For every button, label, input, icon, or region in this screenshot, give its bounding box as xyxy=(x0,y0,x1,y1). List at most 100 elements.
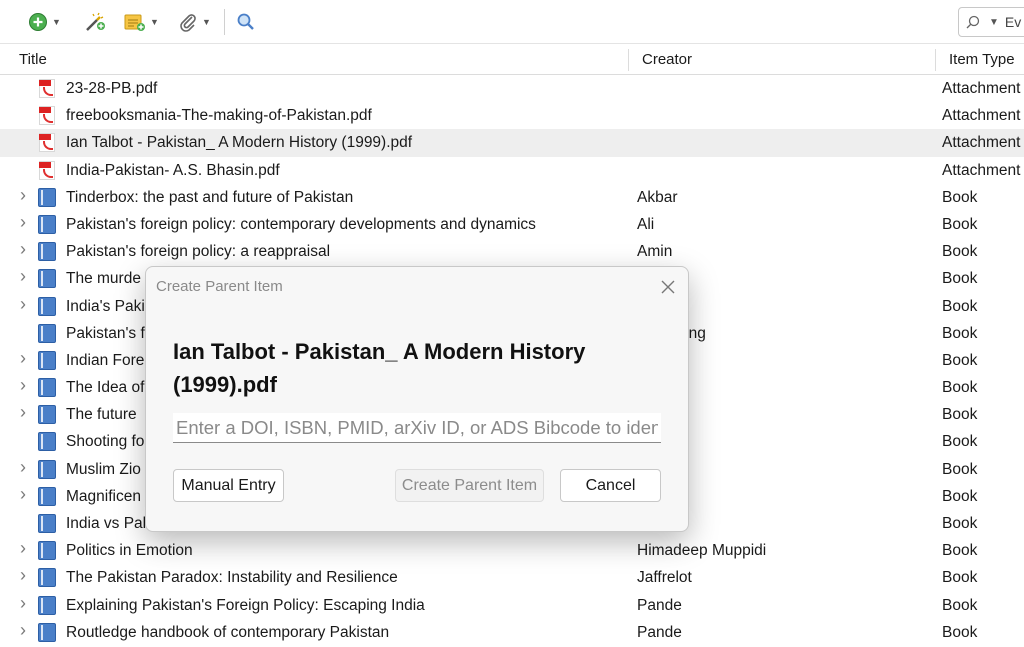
row-item-type: Book xyxy=(942,433,978,451)
row-title: The future xyxy=(66,406,137,424)
table-header: Title Creator Item Type xyxy=(0,45,1024,75)
expand-chevron-icon[interactable]: › xyxy=(20,212,26,233)
expand-chevron-icon[interactable]: › xyxy=(20,375,26,396)
row-item-type: Book xyxy=(942,351,978,369)
create-parent-item-button[interactable]: Create Parent Item xyxy=(395,469,544,502)
row-item-type: Book xyxy=(942,188,978,206)
chevron-down-icon: ▼ xyxy=(150,17,159,27)
expand-chevron-icon[interactable]: › xyxy=(20,538,26,559)
table-row[interactable]: › Pakistan's foreign policy: contemporary… xyxy=(0,211,1024,238)
table-row[interactable]: › Routledge handbook of contemporary Paki… xyxy=(0,619,1024,646)
row-item-type: Attachment xyxy=(942,161,1021,179)
row-item-type: Book xyxy=(942,623,978,641)
table-row[interactable]: 23-28-PB.pdf Attachment xyxy=(0,75,1024,102)
table-row[interactable]: freebooksmania-The-making-of-Pakistan.pd… xyxy=(0,102,1024,129)
close-button[interactable] xyxy=(656,275,680,299)
chevron-down-icon[interactable]: ▼ xyxy=(989,17,999,28)
row-title: Pakistan's foreign policy: contemporary … xyxy=(66,215,536,233)
book-icon xyxy=(38,595,56,615)
book-icon xyxy=(38,622,56,642)
search-icon xyxy=(237,13,254,30)
row-item-type: Book xyxy=(942,460,978,478)
close-icon xyxy=(661,280,675,294)
row-title: Ian Talbot - Pakistan_ A Modern History … xyxy=(66,134,413,152)
create-parent-item-dialog: Create Parent Item Ian Talbot - Pakistan… xyxy=(145,266,689,532)
row-item-type: Book xyxy=(942,515,978,532)
row-title: Routledge handbook of contemporary Pakis… xyxy=(66,623,390,641)
expand-chevron-icon[interactable]: › xyxy=(20,593,26,614)
table-row[interactable]: › Politics in Emotion Himadeep Muppidi Book xyxy=(0,537,1024,564)
table-row[interactable]: Ian Talbot - Pakistan_ A Modern History … xyxy=(0,129,1024,157)
new-note-button[interactable]: ▼ xyxy=(124,11,159,33)
column-header-creator[interactable]: Creator xyxy=(642,45,692,75)
table-row[interactable]: › The Pakistan Paradox: Instability and R… xyxy=(0,564,1024,591)
column-header-item-type[interactable]: Item Type xyxy=(949,45,1015,75)
search-mode-label: Ev xyxy=(1004,14,1022,30)
expand-chevron-icon[interactable]: › xyxy=(20,239,26,260)
dialog-heading: Ian Talbot - Pakistan_ A Modern History … xyxy=(173,339,586,397)
cancel-button[interactable]: Cancel xyxy=(560,469,661,502)
table-row[interactable]: › Explaining Pakistan's Foreign Policy: E… xyxy=(0,592,1024,619)
row-item-type: Book xyxy=(942,324,978,342)
row-item-type: Book xyxy=(942,297,978,315)
row-item-type: Book xyxy=(942,215,978,233)
row-creator: Amin xyxy=(637,243,673,261)
toolbar: ▼ ▼ ▼ ▼ Ev xyxy=(0,0,1024,44)
row-item-type: Book xyxy=(942,569,978,587)
add-attachment-button[interactable]: ▼ xyxy=(178,11,211,33)
expand-chevron-icon[interactable]: › xyxy=(20,266,26,287)
row-title: 23-28-PB.pdf xyxy=(66,80,158,97)
expand-chevron-icon[interactable]: › xyxy=(20,185,26,206)
chevron-down-icon: ▼ xyxy=(202,17,211,27)
book-icon xyxy=(38,405,56,425)
row-creator: Himadeep Muppidi xyxy=(637,542,767,560)
row-item-type: Book xyxy=(942,406,978,424)
book-icon xyxy=(38,541,56,561)
book-icon xyxy=(38,486,56,506)
expand-chevron-icon[interactable]: › xyxy=(20,565,26,586)
row-title: Politics in Emotion xyxy=(66,542,193,560)
expand-chevron-icon[interactable]: › xyxy=(20,620,26,641)
row-title: freebooksmania-The-making-of-Pakistan.pd… xyxy=(66,107,372,125)
row-title: India-Pakistan- A.S. Bhasin.pdf xyxy=(66,161,280,179)
book-icon xyxy=(38,432,56,452)
row-title: Muslim Zio xyxy=(66,460,141,478)
table-row[interactable]: › Tinderbox: the past and future of Pakis… xyxy=(0,184,1024,211)
new-item-button[interactable]: ▼ xyxy=(28,11,61,33)
row-item-type: Attachment xyxy=(942,80,1021,97)
row-creator: Pande xyxy=(637,596,682,614)
column-header-title[interactable]: Title xyxy=(19,45,47,75)
book-icon xyxy=(38,214,56,234)
add-by-identifier-button[interactable] xyxy=(84,11,106,33)
row-item-type: Book xyxy=(942,379,978,397)
expand-chevron-icon[interactable]: › xyxy=(20,457,26,478)
row-title: India vs Pal xyxy=(66,515,147,532)
find-button[interactable] xyxy=(236,11,256,33)
pdf-icon xyxy=(39,160,55,180)
expand-chevron-icon[interactable]: › xyxy=(20,348,26,369)
expand-chevron-icon[interactable]: › xyxy=(20,294,26,315)
row-item-type: Attachment xyxy=(942,134,1021,152)
book-icon xyxy=(38,568,56,588)
column-divider[interactable] xyxy=(935,49,936,71)
manual-entry-button[interactable]: Manual Entry xyxy=(173,469,284,502)
column-divider[interactable] xyxy=(628,49,629,71)
magic-wand-icon xyxy=(86,12,105,31)
expand-chevron-icon[interactable]: › xyxy=(20,484,26,505)
search-input[interactable]: ▼ Ev xyxy=(958,7,1024,37)
row-creator: Ali xyxy=(637,215,655,233)
row-item-type: Book xyxy=(942,596,978,614)
book-icon xyxy=(38,323,56,343)
row-creator: Jaffrelot xyxy=(637,569,692,587)
chevron-down-icon: ▼ xyxy=(52,17,61,27)
pdf-icon xyxy=(39,133,55,153)
identifier-input[interactable] xyxy=(173,413,661,443)
expand-chevron-icon[interactable]: › xyxy=(20,402,26,423)
row-item-type: Attachment xyxy=(942,107,1021,125)
row-title: Indian Fore xyxy=(66,351,145,369)
book-icon xyxy=(38,242,56,262)
book-icon xyxy=(38,514,56,533)
paperclip-icon xyxy=(180,14,196,32)
table-row[interactable]: › Pakistan's foreign policy: a reappraisa… xyxy=(0,238,1024,265)
table-row[interactable]: India-Pakistan- A.S. Bhasin.pdf Attachmen… xyxy=(0,157,1024,184)
